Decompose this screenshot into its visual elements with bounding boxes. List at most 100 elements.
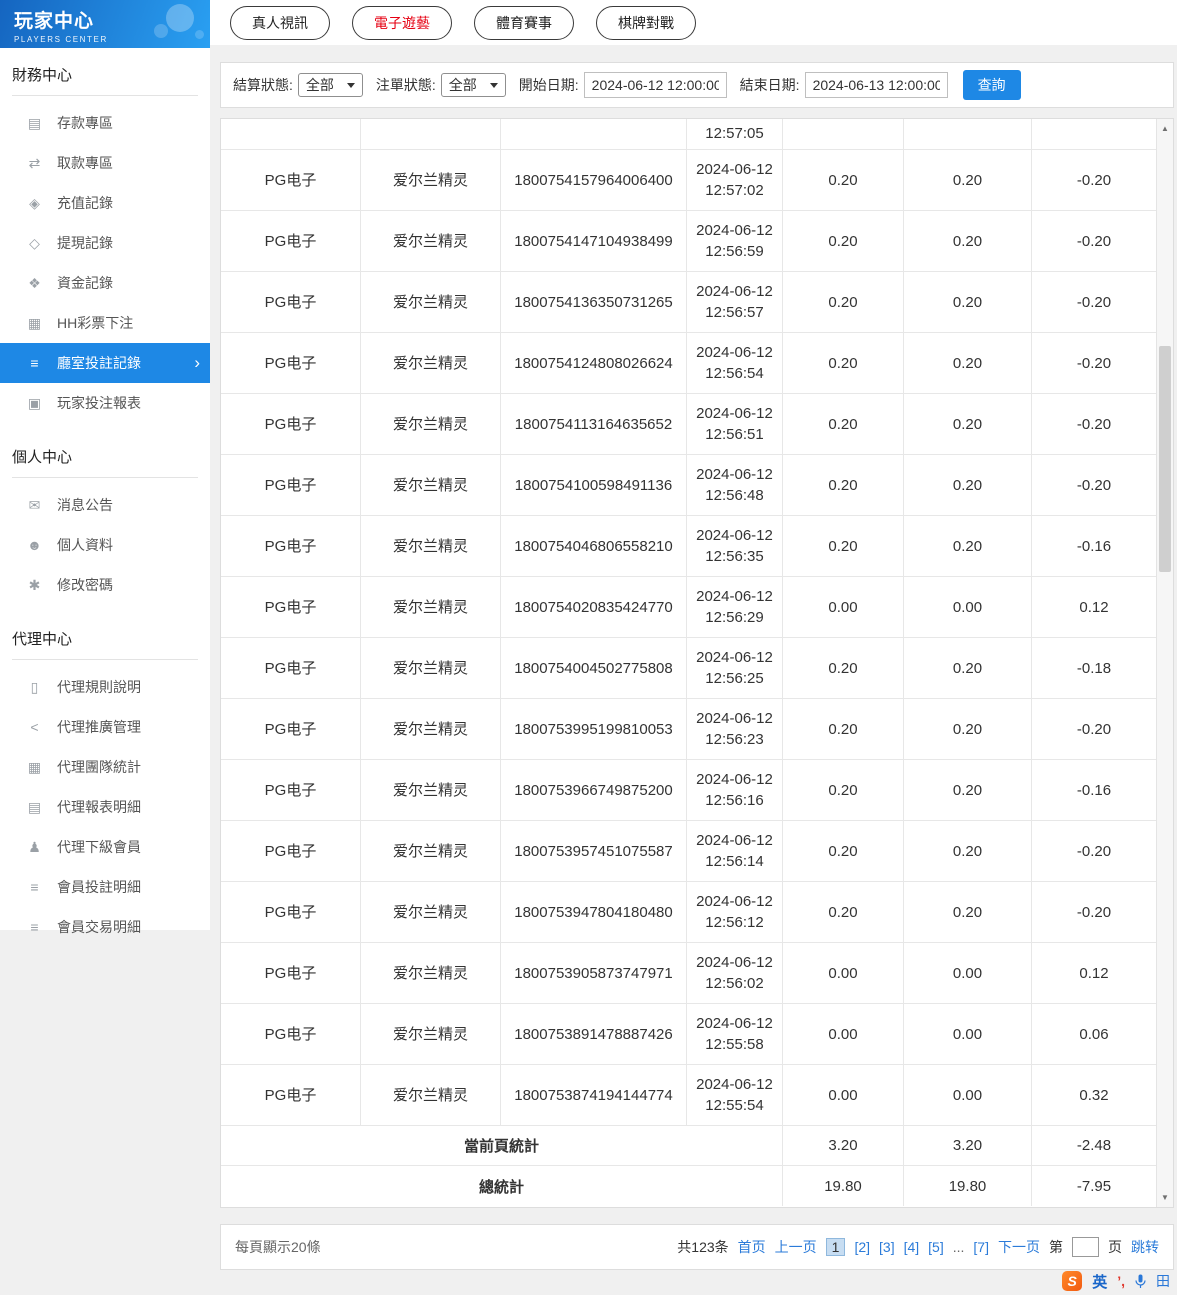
gear-icon: ✱ [28,576,41,593]
order-number-cell: 1800753891478887426 [501,1004,687,1064]
bet-amount-cell: 0.20 [783,760,904,820]
order-number-cell: 1800754100598491136 [501,455,687,515]
page-summary-valid: 3.20 [904,1126,1032,1165]
game-tab[interactable]: 棋牌對戰 [596,5,696,40]
sidebar-item-label: 代理下級會員 [57,839,141,855]
sogou-logo-icon[interactable]: S [1062,1271,1083,1291]
jump-suffix: 页 [1108,1239,1122,1255]
page-summary-label: 當前頁統計 [221,1126,783,1165]
sidebar-item[interactable]: ≡ 會員投註明細 [0,867,210,907]
page-number-link[interactable]: [7] [973,1239,989,1255]
total-summary-winloss: -7.95 [1076,1177,1112,1195]
total-summary-valid: 19.80 [904,1166,1032,1206]
game-tab[interactable]: 體育賽事 [474,5,574,40]
game-cell: 爱尔兰精灵 [361,211,501,271]
keyboard-icon[interactable]: 田 [1156,1271,1170,1291]
partial-time-cell: 12:57:05 [705,125,764,142]
page-summary-row: 當前頁統計 3.20 3.20 -2.48 [221,1126,1156,1166]
winloss-cell: -0.20 [1076,293,1112,311]
page-number-link[interactable]: [2] [854,1239,870,1255]
sidebar-item[interactable]: ▦ HH彩票下注 [0,303,210,343]
sidebar-item[interactable]: ▤ 代理報表明細 [0,787,210,827]
game-tab[interactable]: 電子遊藝 [352,5,452,40]
game-tab[interactable]: 真人視訊 [230,5,330,40]
game-cell: 爱尔兰精灵 [361,516,501,576]
bet-amount-cell: 0.00 [783,1004,904,1064]
microphone-icon[interactable] [1135,1274,1146,1289]
sidebar-item[interactable]: ▯ 代理規則說明 [0,667,210,707]
sidebar-item[interactable]: < 代理推廣管理 [0,707,210,747]
pager: 共123条 首页 上一页 1 [2] [3] [4] [5]... [7] 下一页 第 页… [677,1237,1159,1257]
page-number-link[interactable]: [3] [879,1239,895,1255]
sidebar-item[interactable]: ◈ 充值記錄 [0,183,210,223]
decorative-bubble [166,4,194,32]
next-page-link[interactable]: 下一页 [998,1237,1040,1257]
scroll-up-arrow-icon[interactable]: ▲ [1157,121,1173,136]
sidebar-section-title: 財務中心 [12,64,198,96]
settle-status-select[interactable]: 全部 [297,73,363,97]
winloss-cell: -0.18 [1076,659,1112,677]
bet-amount-cell: 0.20 [783,821,904,881]
sidebar-item[interactable]: ♟ 代理下級會員 [0,827,210,867]
ime-toolbar[interactable]: S 英 ’, 田 [1062,1270,1170,1292]
sidebar-item-label: 廳室投註記錄 [57,355,141,371]
start-date-input[interactable] [583,72,727,98]
platform-cell: PG电子 [221,638,361,698]
total-count-text: 共123条 [677,1239,729,1255]
query-button[interactable]: 查詢 [962,70,1021,100]
game-cell: 爱尔兰精灵 [361,943,501,1003]
vertical-scrollbar[interactable]: ▲ ▼ [1156,119,1173,1207]
total-summary-row: 總統計 19.80 19.80 -7.95 [221,1166,1156,1206]
sidebar-item[interactable]: ≡ 廳室投註記錄 › [0,343,210,383]
sidebar-item[interactable]: ✉ 消息公告 [0,485,210,525]
prev-page-link[interactable]: 上一页 [775,1237,817,1257]
sidebar-item[interactable]: ▣ 玩家投注報表 [0,383,210,423]
sidebar-item[interactable]: ◇ 提現記錄 [0,223,210,263]
first-page-link[interactable]: 首页 [738,1237,766,1257]
jump-page-input[interactable] [1072,1237,1099,1257]
sidebar-item[interactable]: ☻ 個人資料 [0,525,210,565]
valid-bet-cell: 0.20 [904,272,1032,332]
table-row: PG电子 爱尔兰精灵 1800753891478887426 2024-06-1… [221,1004,1156,1065]
sidebar-item[interactable]: ✱ 修改密碼 [0,565,210,605]
sidebar: 玩家中心 PLAYERS CENTER 財務中心 ▤ 存款專區 ⇄ 取款專區 ◈… [0,0,210,935]
table-row: PG电子 爱尔兰精灵 1800754046806558210 2024-06-1… [221,516,1156,577]
table-row: PG电子 爱尔兰精灵 1800754124808026624 2024-06-1… [221,333,1156,394]
jump-button[interactable]: 跳转 [1131,1237,1159,1257]
sidebar-item[interactable]: ≡ 會員交易明細 [0,907,210,947]
punctuation-indicator[interactable]: ’, [1117,1273,1125,1289]
valid-bet-cell: 0.20 [904,638,1032,698]
page-number-link[interactable]: [5] [928,1239,944,1255]
pagination-bar: 每頁顯示20條 共123条 首页 上一页 1 [2] [3] [4] [5]... [7]… [220,1224,1174,1270]
person-icon: ☻ [27,537,42,553]
time-cell: 2024-06-12 12:56:14 [687,821,783,881]
sidebar-item[interactable]: ▦ 代理團隊統計 [0,747,210,787]
order-number-cell: 1800754124808026624 [501,333,687,393]
end-date-input[interactable] [804,72,948,98]
sidebar-item-label: 消息公告 [57,497,113,513]
platform-cell: PG电子 [221,150,361,210]
sidebar-item[interactable]: ⇄ 取款專區 [0,143,210,183]
scrollbar-thumb[interactable] [1159,346,1171,572]
language-indicator[interactable]: 英 [1092,1271,1107,1292]
time-cell: 2024-06-12 12:56:02 [687,943,783,1003]
bet-status-value: 全部 [448,77,477,93]
bet-amount-cell: 0.00 [783,1065,904,1125]
sidebar-item[interactable]: ▤ 存款專區 [0,103,210,143]
bet-status-label: 注單狀態: [375,77,436,93]
game-cell: 爱尔兰精灵 [361,638,501,698]
sidebar-item[interactable]: ❖ 資金記錄 [0,263,210,303]
page-number-current[interactable]: 1 [825,1238,846,1256]
winloss-cell: -0.16 [1076,781,1112,799]
sidebar-nav: 財務中心 ▤ 存款專區 ⇄ 取款專區 ◈ 充值記錄 ◇ 提現記錄 ❖ 資金記錄 … [0,64,210,954]
scroll-down-arrow-icon[interactable]: ▼ [1157,1190,1173,1205]
bet-amount-cell: 0.20 [783,882,904,942]
bell-icon: ✉ [28,496,41,513]
valid-bet-cell: 0.00 [904,577,1032,637]
page-number-link[interactable]: [4] [904,1239,920,1255]
bet-status-select[interactable]: 全部 [440,73,506,97]
winloss-cell: -0.20 [1076,842,1112,860]
time-cell: 2024-06-12 12:57:02 [687,150,783,210]
bet-amount-cell: 0.20 [783,516,904,576]
sidebar-item-label: 會員投註明細 [57,879,141,895]
